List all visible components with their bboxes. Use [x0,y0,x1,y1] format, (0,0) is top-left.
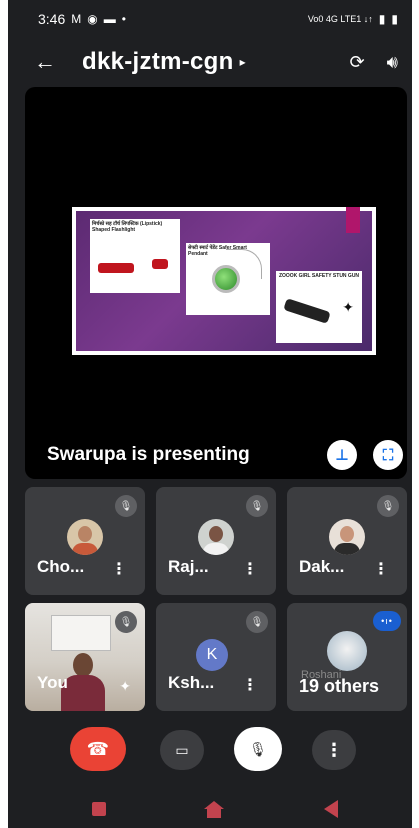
more-vert-icon: ⋮ [325,739,343,760]
pin-icon[interactable]: ⊥ [327,440,357,470]
slide-accent [346,207,360,233]
app-notification-icon: ◉ [87,12,98,26]
mic-off-icon: 🎙︎ [377,495,399,517]
figure-icon: ✦ [342,299,354,315]
participant-name: Ksh... [168,673,215,692]
recents-icon[interactable] [92,802,106,816]
signal-icon: ▮ [378,12,386,26]
self-video-tile[interactable]: 🎙︎ You ✦ [25,603,145,711]
card-title: मिर्चस्प्रे सह टॉर्च लिपस्टिक (Lipstick)… [92,221,163,233]
caret-right-icon[interactable]: ▸ [240,55,246,69]
nav-back-icon[interactable] [324,800,338,818]
meeting-code[interactable]: dkk-jztm-cgn [82,48,234,76]
status-time: 3:46 [38,11,66,27]
gmail-notification-icon: M [71,12,82,26]
meeting-header: ← dkk-jztm-cgn ▸ ⟳ 🔊︎ [8,38,412,86]
card-title: ZOOOK GIRL SAFETY STUN GUN [278,273,360,279]
avatar-face [209,526,223,542]
mic-off-icon: 🎙︎ [249,740,267,757]
others-avatar [327,631,367,671]
avatar [329,519,365,555]
participant-name: Cho... [37,557,85,576]
more-options-button[interactable]: ⋮ [312,730,356,770]
participant-name: Raj... [168,557,209,576]
camera-icon: ▭ [175,741,189,758]
system-nav-bar [8,790,412,828]
end-call-button[interactable]: ☎ [70,727,126,771]
avatar-body [203,543,229,555]
participant-name: You [37,673,68,692]
more-vert-icon[interactable]: ⋮ [242,559,258,579]
fullscreen-icon[interactable]: ⛶ [373,440,403,470]
stun-gun-image [283,298,331,324]
mic-off-icon: 🎙︎ [246,611,268,633]
flashlight-cap-image [152,259,168,269]
call-controls: ☎ ▭ 🎙︎ ⋮ [8,720,412,780]
flashlight-image [98,263,134,273]
back-arrow-icon[interactable]: ← [34,49,58,75]
self-head [73,653,93,677]
mic-off-icon: 🎙︎ [246,495,268,517]
mic-off-icon: 🎙︎ [115,495,137,517]
message-notification-icon: ▬ [103,12,116,26]
avatar-face [78,526,92,542]
effects-icon[interactable]: ✦ [119,678,131,695]
more-vert-icon[interactable]: ⋮ [242,675,258,695]
avatar [198,519,234,555]
speaking-indicator-icon: •ı• [373,611,401,631]
background-whiteboard [51,615,111,651]
avatar-face [340,526,354,542]
phone-hangup-icon: ☎ [86,738,110,759]
initial-avatar: K [196,639,228,671]
status-bar: 3:46 M ◉ ▬ • Vo0 4G LTE1 ↓↑ ▮ ▮ [8,0,412,38]
presenting-label: Swarupa is presenting [47,444,250,465]
presentation-stage: मिर्चस्प्रे सह टॉर्च लिपस्टिक (Lipstick)… [25,87,407,479]
pendant-card: सेफ्टी स्मार्ट पेंडेंट Safer Smart Penda… [186,243,270,315]
flashlight-card: मिर्चस्प्रे सह टॉर्च लिपस्टिक (Lipstick)… [90,219,180,293]
slide-background: मिर्चस्प्रे सह टॉर्च लिपस्टिक (Lipstick)… [76,207,372,351]
switch-camera-icon[interactable]: ⟳ [350,52,365,73]
network-label: Vo0 4G LTE1 ↓↑ [307,14,373,24]
more-vert-icon[interactable]: ⋮ [373,559,389,579]
avatar-body [334,543,360,555]
avatar [67,519,103,555]
meet-screen: 3:46 M ◉ ▬ • Vo0 4G LTE1 ↓↑ ▮ ▮ ← dkk-jz… [8,0,412,828]
notification-dot-icon: • [121,12,126,26]
mic-toggle-button[interactable]: 🎙︎ [234,727,282,771]
others-tile[interactable]: •ı• Roshani 19 others [287,603,407,711]
battery-icon: ▮ [391,12,398,26]
avatar-body [72,543,98,555]
participant-name: Dak... [299,557,345,576]
pendant-image [212,265,240,293]
camera-button[interactable]: ▭ [160,730,204,770]
participant-tile[interactable]: 🎙︎ Dak... ⋮ [287,487,407,595]
stun-gun-card: ZOOOK GIRL SAFETY STUN GUN ✦ [276,271,362,343]
participant-tile[interactable]: 🎙︎ Raj... ⋮ [156,487,276,595]
mic-off-icon: 🎙︎ [115,611,137,633]
participant-tile[interactable]: 🎙︎ Cho... ⋮ [25,487,145,595]
others-label: 19 others [299,676,380,696]
more-vert-icon[interactable]: ⋮ [111,559,127,579]
participant-tile[interactable]: 🎙︎ K Ksh... ⋮ [156,603,276,711]
shared-slide: मिर्चस्प्रे सह टॉर्च लिपस्टिक (Lipstick)… [72,207,376,355]
speaker-icon[interactable]: 🔊︎ [387,52,398,73]
